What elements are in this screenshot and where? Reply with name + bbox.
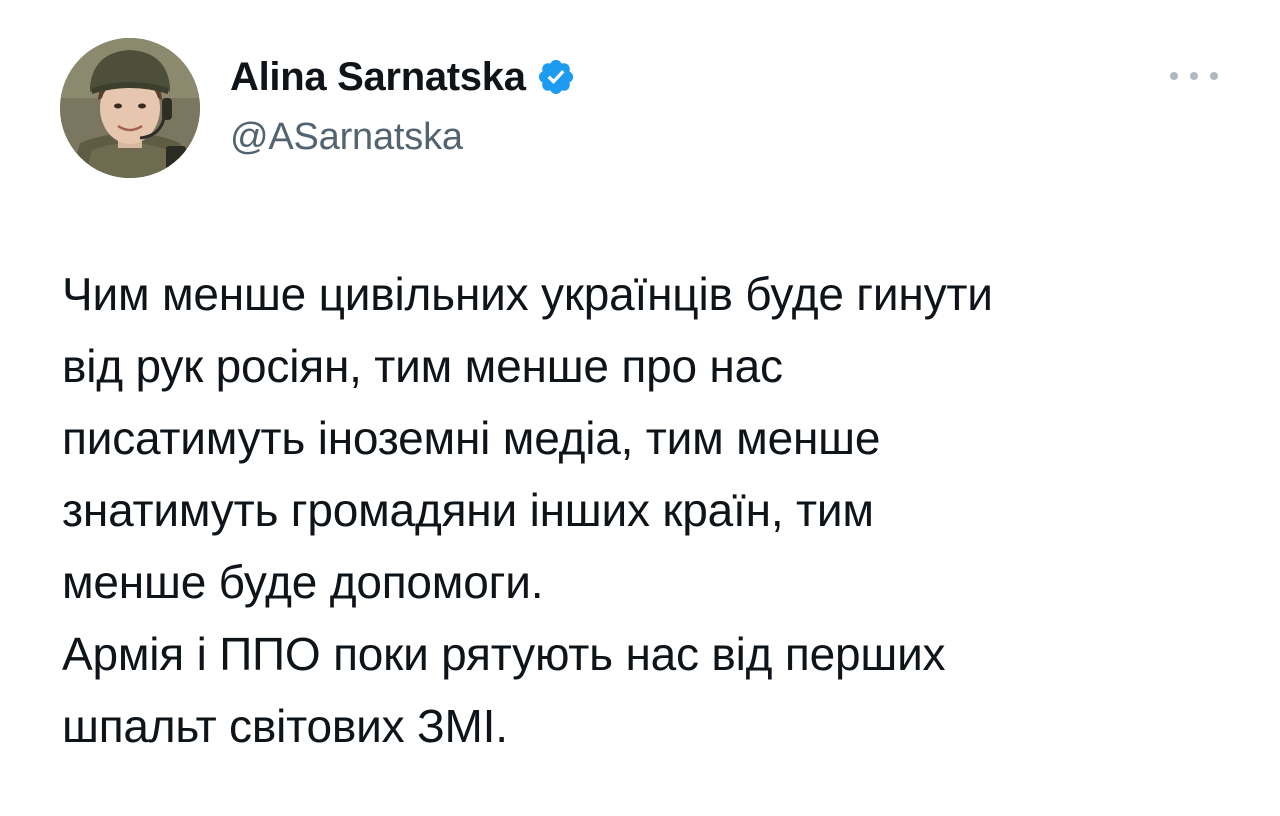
more-options-icon[interactable] bbox=[1170, 62, 1218, 90]
verified-badge-icon bbox=[536, 57, 576, 97]
dot bbox=[1210, 72, 1218, 80]
author-name-row[interactable]: Alina Sarnatska bbox=[230, 52, 576, 102]
dot bbox=[1190, 72, 1198, 80]
author-handle[interactable]: @ASarnatska bbox=[230, 113, 463, 161]
tweet-text: Чим менше цивільних українців буде гинут… bbox=[62, 268, 993, 752]
dot bbox=[1170, 72, 1178, 80]
tweet-card: Alina Sarnatska @ASarnatska Чим менше ци… bbox=[0, 0, 1280, 816]
avatar[interactable] bbox=[60, 38, 200, 178]
author-display-name[interactable]: Alina Sarnatska bbox=[230, 52, 526, 102]
profile-photo-icon bbox=[60, 38, 200, 178]
